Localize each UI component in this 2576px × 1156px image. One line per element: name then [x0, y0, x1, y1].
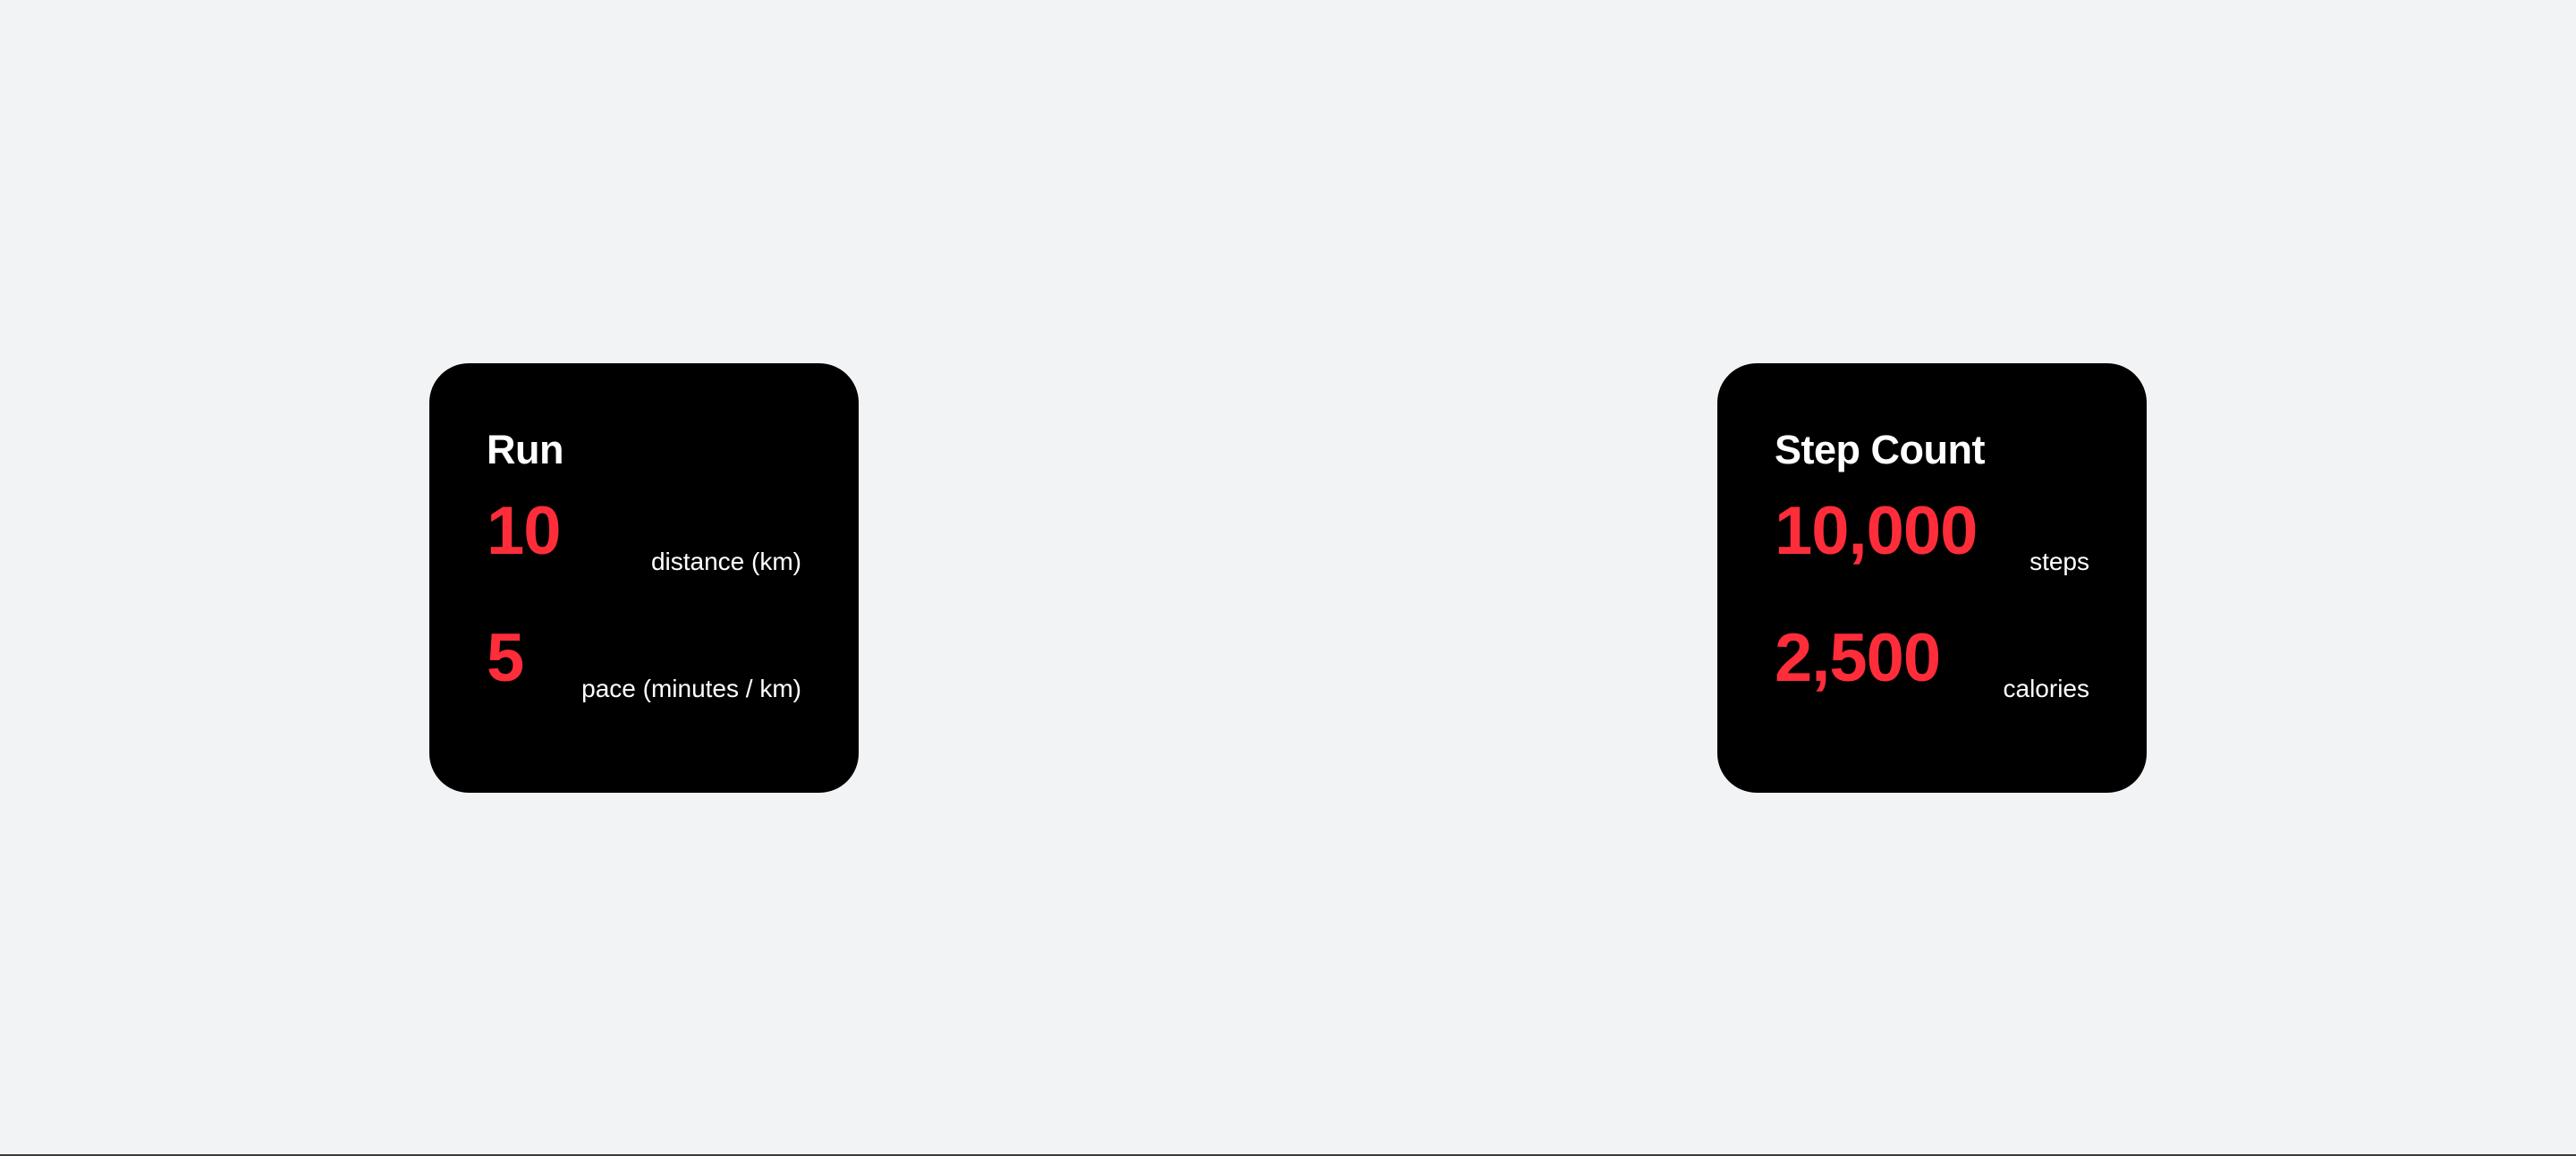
metric-value: 10,000 [1775, 493, 1978, 569]
metric-value: 10 [487, 493, 562, 569]
metric-distance: 10 distance (km) [487, 487, 801, 614]
metric-label: calories [2003, 675, 2089, 702]
run-card: Run 10 distance (km) 5 pace (minutes / k… [429, 363, 859, 793]
step-count-card: Step Count 10,000 steps 2,500 calories [1717, 363, 2147, 793]
card-title: Step Count [1775, 427, 1985, 472]
metric-label: distance (km) [650, 548, 801, 575]
metric-value: 2,500 [1775, 620, 1941, 696]
card-title: Run [487, 427, 564, 472]
metric-value: 5 [487, 620, 524, 696]
metric-label: pace (minutes / km) [581, 675, 801, 702]
metric-label: steps [2029, 548, 2089, 575]
metric-calories: 2,500 calories [1775, 614, 2089, 741]
metric-steps: 10,000 steps [1775, 487, 2089, 614]
metric-pace: 5 pace (minutes / km) [487, 614, 801, 741]
